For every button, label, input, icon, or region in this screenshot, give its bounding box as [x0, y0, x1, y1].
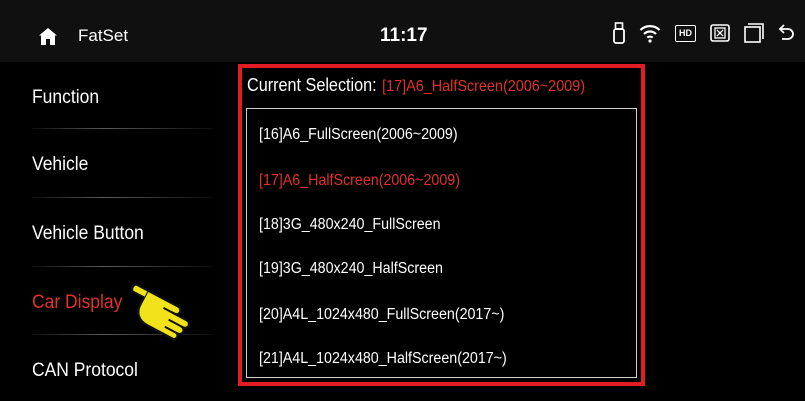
current-selection-value: [17]A6_HalfScreen(2006~2009)	[382, 78, 586, 95]
clock: 11:17	[380, 25, 428, 46]
list-item[interactable]: [19]3G_480x240_HalfScreen	[259, 260, 443, 278]
usb-icon	[613, 22, 625, 44]
app-title: FatSet	[78, 26, 129, 45]
sidebar-item-label: Car Display	[32, 292, 123, 313]
sidebar-item-vehicle[interactable]: Vehicle	[0, 129, 224, 195]
list-item[interactable]: [18]3G_480x240_FullScreen	[259, 216, 441, 234]
sidebar-item-vehicle-button[interactable]: Vehicle Button	[0, 198, 224, 264]
window-icon[interactable]	[744, 23, 764, 43]
home-icon[interactable]	[38, 27, 58, 51]
list-item[interactable]: [21]A4L_1024x480_HalfScreen(2017~)	[259, 350, 507, 368]
list-item[interactable]: [16]A6_FullScreen(2006~2009)	[259, 126, 458, 144]
wifi-icon	[639, 23, 661, 43]
sidebar-item-label: CAN Protocol	[32, 360, 138, 381]
current-selection: Current Selection: [17]A6_HalfScreen(2006…	[247, 75, 585, 96]
list-item[interactable]: [20]A4L_1024x480_FullScreen(2017~)	[259, 306, 504, 324]
sidebar-item-label: Vehicle Button	[32, 223, 144, 244]
option-list: [16]A6_FullScreen(2006~2009) [17]A6_Half…	[246, 108, 637, 378]
close-box-icon[interactable]	[710, 24, 730, 42]
status-bar: FatSet 11:17 HD	[0, 0, 805, 62]
sidebar-item-label: Vehicle	[32, 154, 89, 175]
list-item-selected[interactable]: [17]A6_HalfScreen(2006~2009)	[259, 172, 460, 190]
sidebar-item-label: Function	[32, 87, 100, 108]
status-icons: HD	[613, 22, 805, 44]
current-selection-label: Current Selection:	[247, 75, 377, 95]
hd-icon: HD	[675, 24, 696, 42]
hd-label: HD	[675, 24, 696, 42]
sidebar-item-function[interactable]: Function	[0, 62, 224, 128]
pointing-hand-icon	[124, 283, 216, 355]
back-icon[interactable]	[778, 23, 794, 43]
